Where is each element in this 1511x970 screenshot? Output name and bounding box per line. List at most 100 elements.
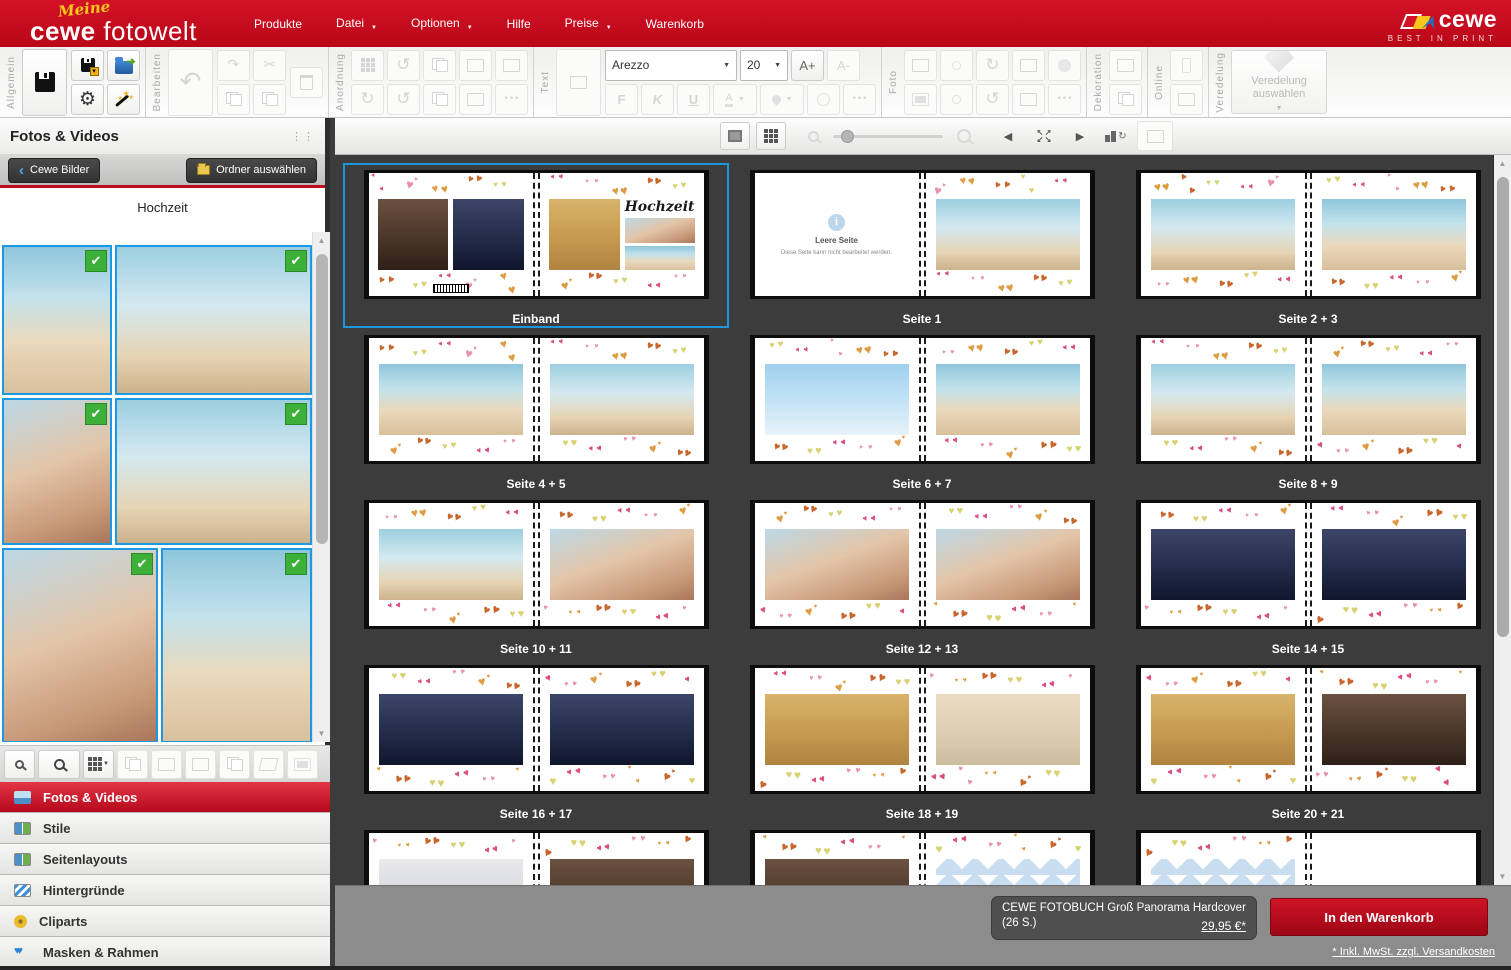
page-delete-button xyxy=(459,84,492,115)
panel-drag-handle-icon[interactable]: ⋮⋮ xyxy=(291,130,315,143)
zoom-slider-knob[interactable] xyxy=(841,130,854,143)
menu-item-produkte[interactable]: Produkte xyxy=(240,11,316,37)
album-title: Hochzeit xyxy=(0,188,325,225)
redo-icon: ↷ xyxy=(228,57,240,73)
heart-icon: ♥ xyxy=(513,507,522,517)
photo-enhance-icon xyxy=(1020,93,1037,106)
spread-seite-10-11[interactable]: ♥♥♥♥♥♥♥♥♥♥♥♥♥♥♥♥♥♥♥♥♥♥♥♥♥♥♥♥♥♥♥♥♥♥♥♥♥♥♥♥… xyxy=(343,493,729,658)
scrollbar-thumb[interactable] xyxy=(1497,177,1509,637)
heart-icon: ♥ xyxy=(1186,344,1191,351)
hearts-decoration: ♥♥♥♥♥♥♥♥♥♥ xyxy=(540,600,704,626)
fit-to-window-button[interactable]: ↖↗↙↘ xyxy=(1029,122,1059,150)
category-fotos-videos[interactable]: Fotos & Videos xyxy=(0,782,330,813)
heart-icon: ♥ xyxy=(550,338,557,346)
spread-seite-1[interactable]: iLeere SeiteDiese Seite kann nicht bearb… xyxy=(729,163,1115,328)
zoom-out-thumbs-button[interactable] xyxy=(4,750,35,779)
tax-shipping-link[interactable]: * Inkl. MwSt. zzgl. Versandkosten xyxy=(1332,946,1495,958)
heart-icon: ♥ xyxy=(1045,768,1052,779)
spread-seite-20-21[interactable]: ♥♥♥♥♥♥♥♥♥♥♥♥♥♥♥♥♥♥♥♥♥♥♥♥♥♥♥♥♥♥♥♥♥♥♥♥♥♥♥♥… xyxy=(1115,658,1493,823)
spread-seite-6-7[interactable]: ♥♥♥♥♥♥♥♥♥♥♥♥♥♥♥♥♥♥♥♥♥♥♥♥♥♥♥♥♥♥♥♥♥♥♥♥♥♥♥♥… xyxy=(729,328,1115,493)
save-as-button[interactable]: ▾ xyxy=(71,50,104,81)
menu-item-datei[interactable]: Datei▼ xyxy=(322,10,391,37)
open-project-button[interactable]: ➔ xyxy=(107,50,140,81)
right-page: ♥♥♥♥♥♥♥♥♥♥♥♥♥♥♥♥♥♥♥♥ xyxy=(926,668,1090,791)
spread-partial-13[interactable]: ♥♥♥♥♥♥♥♥♥♥♥♥♥♥♥♥♥♥♥♥♥♥♥♥♥♥♥♥♥♥♥♥♥♥♥♥♥♥♥♥ xyxy=(729,823,1115,885)
heart-icon: ♥ xyxy=(1058,279,1063,288)
spread-seite-14-15[interactable]: ♥♥♥♥♥♥♥♥♥♥♥♥♥♥♥♥♥♥♥♥♥♥♥♥♥♥♥♥♥♥♥♥♥♥♥♥♥♥♥♥… xyxy=(1115,493,1493,658)
font-family-select[interactable]: Arezzo▼ xyxy=(605,50,737,81)
scroll-down-icon[interactable]: ▼ xyxy=(1494,872,1511,881)
category-seitenlayouts[interactable]: Seitenlayouts xyxy=(0,844,330,875)
heart-icon: ♥ xyxy=(1186,185,1197,198)
heart-icon: ♥ xyxy=(506,350,517,364)
paste-icon xyxy=(262,92,278,106)
photo-thumbnail[interactable]: ✔ xyxy=(2,398,112,545)
back-chevron-icon: ‹ xyxy=(19,163,24,178)
heart-icon: ♥ xyxy=(867,844,873,852)
chevron-down-icon: ▼ xyxy=(103,761,109,767)
next-page-button[interactable]: ▶ xyxy=(1065,122,1095,150)
hearts-decoration: ♥♥♥♥♥♥♥♥♥♥ xyxy=(540,765,704,791)
product-info-box: CEWE FOTOBUCH Groß Panorama Hardcover (2… xyxy=(991,896,1257,940)
save-button[interactable] xyxy=(22,49,67,116)
photo-thumbnail[interactable]: ✔ xyxy=(2,548,158,742)
spread-partial-14[interactable]: ♥♥♥♥♥♥♥♥♥♥♥♥♥♥♥♥♥♥♥♥ xyxy=(1115,823,1493,885)
category-cliparts[interactable]: Cliparts xyxy=(0,906,330,937)
category-stile[interactable]: Stile xyxy=(0,813,330,844)
heart-icon: ♥ xyxy=(1338,503,1347,513)
scrollbar-thumb[interactable] xyxy=(316,254,328,544)
rearrange-pages-button[interactable]: ↻ xyxy=(1101,122,1131,150)
spread-seite-18-19[interactable]: ♥♥♥♥♥♥♥♥♥♥♥♥♥♥♥♥♥♥♥♥♥♥♥♥♥♥♥♥♥♥♥♥♥♥♥♥♥♥♥♥… xyxy=(729,658,1115,823)
heart-icon: ♥ xyxy=(794,769,801,781)
veredelung-button[interactable]: Veredelung auswählen ▼ xyxy=(1231,50,1327,114)
spread-seite-2-3[interactable]: ♥♥♥♥♥♥♥♥♥♥♥♥♥♥♥♥♥♥♥♥♥♥♥♥♥♥♥♥♥♥♥♥♥♥♥♥♥♥♥♥… xyxy=(1115,163,1493,328)
view-grid-button[interactable]: ▼ xyxy=(83,750,114,779)
photo-thumbnail[interactable]: ✔ xyxy=(2,245,112,395)
photo-thumbnail[interactable]: ✔ xyxy=(161,548,312,742)
chevron-down-icon: ▼ xyxy=(1276,105,1283,113)
category-masken-rahmen[interactable]: ♥♥Masken & Rahmen xyxy=(0,937,330,968)
heart-icon: ♥ xyxy=(1385,345,1390,354)
back-cewe-bilder-button[interactable]: ‹ Cewe Bilder xyxy=(8,158,100,183)
hearts-decoration: ♥♥♥♥♥♥♥♥♥♥ xyxy=(1312,270,1476,296)
spread-seite-8-9[interactable]: ♥♥♥♥♥♥♥♥♥♥♥♥♥♥♥♥♥♥♥♥♥♥♥♥♥♥♥♥♥♥♥♥♥♥♥♥♥♥♥♥… xyxy=(1115,328,1493,493)
scroll-up-icon[interactable]: ▲ xyxy=(313,236,330,245)
book-spread: ♥♥♥♥♥♥♥♥♥♥♥♥♥♥♥♥♥♥♥♥♥♥♥♥♥♥♥♥♥♥♥♥♥♥♥♥♥♥♥♥ xyxy=(1136,170,1481,299)
category-hintergr-nde[interactable]: Hintergründe xyxy=(0,875,330,906)
price-link[interactable]: 29,95 €* xyxy=(1201,919,1246,935)
text-more-button: ••• xyxy=(843,84,876,115)
spread-seite-16-17[interactable]: ♥♥♥♥♥♥♥♥♥♥♥♥♥♥♥♥♥♥♥♥♥♥♥♥♥♥♥♥♥♥♥♥♥♥♥♥♥♥♥♥… xyxy=(343,658,729,823)
heart-icon: ♥ xyxy=(483,445,492,455)
spread-partial-12[interactable]: ♥♥♥♥♥♥♥♥♥♥♥♥♥♥♥♥♥♥♥♥♥♥♥♥♥♥♥♥♥♥♥♥♥♥♥♥♥♥♥♥ xyxy=(343,823,729,885)
zoom-in-thumbs-button[interactable] xyxy=(38,750,80,779)
photo-thumbnail[interactable]: ✔ xyxy=(115,245,312,395)
heart-icon: ♥ xyxy=(609,771,616,781)
scroll-up-icon[interactable]: ▲ xyxy=(1494,159,1511,168)
assistant-button[interactable]: ★★★ xyxy=(107,84,140,115)
group-label-online: Online xyxy=(1154,65,1165,100)
single-page-view-button[interactable] xyxy=(720,122,750,150)
spread-seite-4-5[interactable]: ♥♥♥♥♥♥♥♥♥♥♥♥♥♥♥♥♥♥♥♥♥♥♥♥♥♥♥♥♥♥♥♥♥♥♥♥♥♥♥♥… xyxy=(343,328,729,493)
previous-page-button[interactable]: ◀ xyxy=(993,122,1023,150)
spread-seite-12-13[interactable]: ♥♥♥♥♥♥♥♥♥♥♥♥♥♥♥♥♥♥♥♥♥♥♥♥♥♥♥♥♥♥♥♥♥♥♥♥♥♥♥♥… xyxy=(729,493,1115,658)
scroll-down-icon[interactable]: ▼ xyxy=(313,729,330,738)
menu-item-hilfe[interactable]: Hilfe xyxy=(493,11,545,37)
book-spine xyxy=(919,668,926,791)
choose-folder-button[interactable]: Ordner auswählen xyxy=(186,158,317,183)
font-size-select[interactable]: 20▼ xyxy=(740,50,788,81)
zoom-slider[interactable] xyxy=(833,135,943,138)
menu-item-preise[interactable]: Preise▼ xyxy=(551,10,626,37)
add-to-cart-button[interactable]: In den Warenkorb xyxy=(1270,898,1488,936)
grid-view-button[interactable] xyxy=(756,122,786,150)
menu-item-optionen[interactable]: Optionen▼ xyxy=(397,10,487,37)
heart-icon: ♥ xyxy=(781,668,790,678)
heart-icon: ♥ xyxy=(1013,833,1018,839)
photo-thumbnail[interactable]: ✔ xyxy=(115,398,312,545)
heart-icon: ♥ xyxy=(371,837,378,846)
menu-item-warenkorb[interactable]: Warenkorb xyxy=(632,11,718,37)
spread-einband[interactable]: ♥♥♥♥♥♥♥♥♥♥♥♥♥♥♥♥♥♥♥♥♥♥♥♥♥♥♥♥♥♥Hochzeit♥♥… xyxy=(343,163,729,328)
settings-button[interactable]: ⚙ xyxy=(71,84,104,115)
heart-icon: ♥ xyxy=(1062,176,1070,185)
hearts-decoration: ♥♥♥♥♥♥♥♥♥♥ xyxy=(1141,600,1305,626)
font-bigger-button[interactable]: A+ xyxy=(791,50,824,81)
